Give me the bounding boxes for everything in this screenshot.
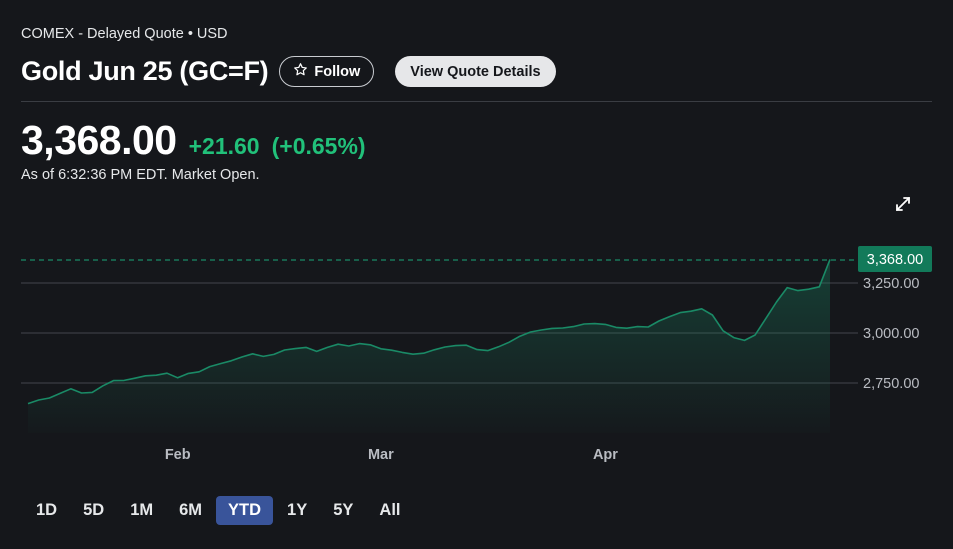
- y-tick-label: 2,750.00: [863, 376, 919, 392]
- price-area: [28, 259, 830, 433]
- range-1m[interactable]: 1M: [118, 496, 165, 525]
- range-6m[interactable]: 6M: [167, 496, 214, 525]
- x-tick-label: Feb: [165, 447, 191, 463]
- x-tick-label: Apr: [593, 447, 618, 463]
- range-5y[interactable]: 5Y: [321, 496, 365, 525]
- range-ytd[interactable]: YTD: [216, 496, 274, 525]
- range-selector: 1D 5D 1M 6M YTD 1Y 5Y All: [24, 496, 415, 525]
- price-chart[interactable]: 2,750.00 3,000.00 3,250.00 3,368.00 Feb Mar Ap…: [0, 0, 953, 549]
- range-5d[interactable]: 5D: [71, 496, 116, 525]
- range-all[interactable]: All: [367, 496, 412, 525]
- range-1d[interactable]: 1D: [24, 496, 69, 525]
- x-tick-label: Mar: [368, 447, 394, 463]
- y-tick-label: 3,000.00: [863, 326, 919, 342]
- current-price-badge-label: 3,368.00: [867, 252, 923, 268]
- y-tick-label: 3,250.00: [863, 276, 919, 292]
- range-1y[interactable]: 1Y: [275, 496, 319, 525]
